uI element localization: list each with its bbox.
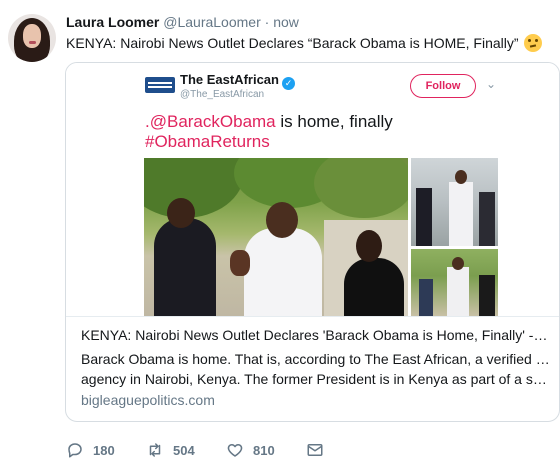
photo-top-right: [411, 158, 498, 246]
photo-main: [144, 158, 408, 316]
photo-person-center-head: [266, 202, 298, 238]
heart-icon: [227, 444, 243, 457]
embedded-follow-button: Follow: [410, 74, 476, 98]
photo-figure-head: [452, 257, 464, 270]
reply-button[interactable]: 180: [66, 438, 115, 462]
photo-figure: [449, 182, 473, 246]
author-avatar[interactable]: [8, 14, 56, 62]
retweet-button[interactable]: 504: [146, 438, 195, 462]
retweet-count: 504: [173, 442, 195, 458]
avatar-lips: [29, 41, 36, 44]
author-name[interactable]: Laura Loomer: [66, 14, 159, 30]
tweet-timestamp[interactable]: now: [273, 14, 299, 30]
photo-waving-hand: [230, 250, 250, 276]
embedded-headline: .@BarackObama is home, finally: [145, 112, 393, 132]
photo-person-right-head: [356, 230, 382, 262]
photo-figure: [479, 275, 495, 316]
retweet-icon: [149, 443, 161, 457]
card-description: Barack Obama is home. That is, according…: [81, 349, 553, 389]
eastafrican-logo-icon: [145, 77, 175, 93]
photo-person-left-head: [167, 198, 195, 228]
like-button[interactable]: 810: [226, 438, 275, 462]
tweet-text: KENYA: Nairobi News Outlet Declares “Bar…: [66, 34, 543, 52]
embedded-headline-mention: .@BarackObama: [145, 112, 276, 131]
card-divider: [66, 316, 559, 317]
header-separator: ·: [264, 14, 270, 30]
thinking-face-icon: [524, 34, 543, 52]
card-description-line: agency in Nairobi, Kenya. The former Pre…: [81, 371, 553, 387]
envelope-icon: [307, 444, 323, 456]
direct-message-button[interactable]: [306, 438, 333, 462]
photo-figure: [447, 267, 469, 316]
embedded-account-name: The EastAfrican ✓: [180, 72, 295, 90]
tweet-text-body: KENYA: Nairobi News Outlet Declares “Bar…: [66, 35, 519, 51]
photo-bottom-right: [411, 249, 498, 316]
photo-person-center: [244, 228, 322, 316]
embedded-account-handle: @The_EastAfrican: [180, 89, 265, 100]
photo-person-right: [344, 258, 404, 316]
avatar-face: [23, 24, 41, 48]
reply-icon: [68, 443, 82, 458]
like-count: 810: [253, 442, 275, 458]
photo-figure: [479, 192, 495, 246]
photo-figure: [419, 279, 433, 316]
card-title[interactable]: KENYA: Nairobi News Outlet Declares 'Bar…: [81, 327, 551, 343]
photo-tree: [314, 158, 408, 218]
embedded-headline-rest: is home, finally: [275, 112, 393, 131]
embedded-account-name-text: The EastAfrican: [180, 72, 279, 87]
chevron-down-icon: ⌄: [486, 77, 497, 91]
reply-count: 180: [93, 442, 115, 458]
photo-person-left: [154, 218, 216, 316]
photo-figure-head: [455, 170, 467, 184]
card-image[interactable]: The EastAfrican ✓ @The_EastAfrican Follow…: [66, 63, 559, 316]
embedded-hashtag: #ObamaReturns: [145, 132, 270, 151]
verified-badge-icon: ✓: [281, 77, 295, 90]
link-card[interactable]: The EastAfrican ✓ @The_EastAfrican Follow…: [65, 62, 560, 422]
author-handle[interactable]: @LauraLoomer: [163, 14, 261, 30]
tweet-header: Laura Loomer @LauraLoomer · now: [66, 14, 299, 30]
card-domain: bigleaguepolitics.com: [81, 392, 215, 408]
card-description-line: Barack Obama is home. That is, according…: [81, 351, 553, 367]
photo-figure: [416, 188, 432, 246]
